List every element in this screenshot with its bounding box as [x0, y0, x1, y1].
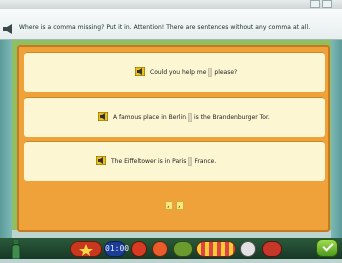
repeat-button[interactable] [152, 241, 168, 257]
bottle-icon [10, 240, 22, 260]
comma-slot[interactable] [208, 67, 213, 77]
progress-strip [196, 241, 236, 257]
sentence-card: A famous place in Berlin is the Brandenb… [24, 97, 325, 137]
sentence-card: The Eiffeltower is in Paris France. [24, 141, 325, 181]
sentence-text: A famous place in Berlin [113, 113, 186, 121]
sentence-2: A famous place in Berlin is the Brandenb… [97, 97, 270, 137]
right-frame [331, 40, 342, 238]
comma-slot[interactable] [188, 112, 192, 122]
comma-tile-tray: , , [165, 200, 184, 210]
sentence-text: please? [214, 68, 238, 76]
instruction-bar: Where is a comma missing? Put it in. Att… [0, 9, 342, 40]
speaker-icon[interactable] [95, 155, 107, 167]
star-button[interactable] [70, 241, 102, 257]
speaker-icon[interactable] [97, 111, 109, 123]
speaker-icon[interactable] [3, 19, 15, 38]
timer-display: 01:00 [104, 241, 129, 257]
sentence-text: France. [194, 157, 217, 165]
minimize-button[interactable] [310, 0, 320, 8]
info-button[interactable] [240, 241, 256, 257]
sentence-1: Could you help me please? [134, 52, 238, 92]
sentence-text: Could you help me [150, 68, 207, 76]
instruction-text: Where is a comma missing? Put it in. Att… [19, 24, 311, 31]
bottom-toolbar [0, 238, 342, 259]
comma-tile[interactable]: , [176, 200, 184, 210]
left-frame [0, 40, 12, 238]
check-button[interactable] [316, 239, 338, 257]
comma-tile[interactable]: , [165, 200, 173, 210]
sentence-3: The Eiffeltower is in Paris France. [95, 141, 217, 181]
speaker-icon[interactable] [134, 66, 146, 78]
sentence-text: The Eiffeltower is in Paris [111, 157, 187, 165]
sentence-card: Could you help me please? [24, 52, 325, 92]
window-button[interactable] [262, 241, 282, 257]
sentence-text: is the Brandenburger Tor. [194, 113, 270, 121]
comma-slot[interactable] [188, 156, 193, 166]
exercise-board: Could you help me please? A famous place… [17, 45, 330, 232]
green-button[interactable] [173, 241, 193, 257]
hint-button[interactable] [131, 241, 147, 257]
close-button[interactable] [322, 0, 332, 8]
